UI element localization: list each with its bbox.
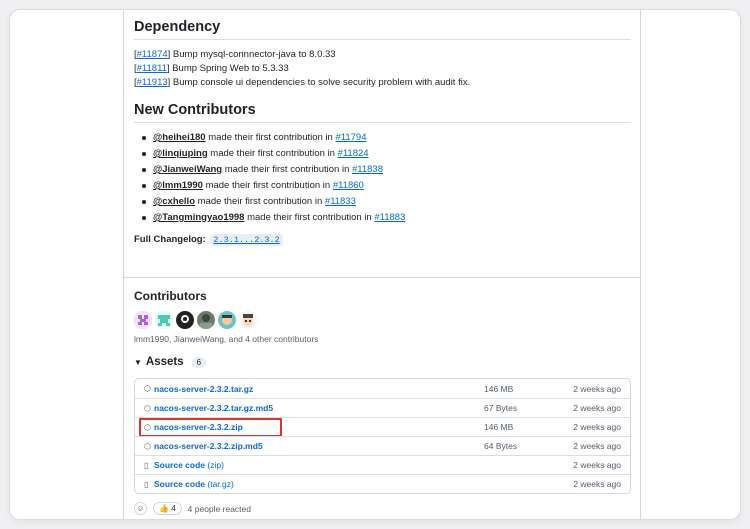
thumbs-up-reaction[interactable]: 👍 4	[153, 502, 182, 515]
asset-link[interactable]: Source code (zip)	[154, 460, 484, 470]
avatar[interactable]	[155, 311, 173, 329]
contributors-heading: Contributors	[134, 289, 207, 303]
avatar[interactable]	[134, 311, 152, 329]
asset-date: 2 weeks ago	[573, 441, 621, 451]
new-contributors-heading: New Contributors	[134, 102, 631, 123]
file-zip-icon: ▯	[144, 460, 149, 470]
window-frame: Dependency [#11874] Bump mysql-connnecto…	[10, 10, 740, 519]
asset-row[interactable]: ⬡ nacos-server-2.3.2.zip 146 MB 2 weeks …	[135, 417, 630, 437]
dependency-list: [#11874] Bump mysql-connnector-java to 8…	[134, 48, 631, 90]
pr-link[interactable]: #11824	[338, 148, 369, 159]
list-item: @linqiuping made their first contributio…	[134, 146, 631, 162]
list-item: @JianweiWang made their first contributi…	[134, 162, 631, 178]
asset-row[interactable]: ⬡ nacos-server-2.3.2.zip.md5 64 Bytes 2 …	[135, 436, 630, 455]
asset-row[interactable]: ⬡ nacos-server-2.3.2.tar.gz.md5 67 Bytes…	[135, 398, 630, 417]
asset-date: 2 weeks ago	[573, 383, 621, 394]
pr-link[interactable]: #11794	[335, 132, 366, 143]
asset-size: 67 Bytes	[484, 403, 518, 413]
dependency-text: Bump console ui dependencies to solve se…	[170, 77, 471, 88]
thumbs-up-icon: 👍	[159, 504, 169, 513]
made-text: made their first contribution in	[244, 212, 375, 223]
package-icon: ⬡	[144, 403, 151, 413]
asset-date: 2 weeks ago	[573, 479, 621, 489]
asset-link[interactable]: Source code (tar.gz)	[154, 479, 484, 489]
contributors-summary: lmm1990, JianweiWang, and 4 other contri…	[134, 334, 319, 344]
asset-name: Source code	[154, 460, 206, 470]
made-text: made their first contribution in	[222, 164, 352, 175]
full-changelog: Full Changelog: 2.3.1...2.3.2	[134, 234, 631, 246]
caret-down-icon: ▼	[134, 357, 142, 367]
package-icon: ⬡	[144, 441, 151, 451]
changelog-compare-link[interactable]: 2.3.1...2.3.2	[210, 234, 283, 246]
asset-name: Source code	[154, 479, 206, 489]
list-item: @lmm1990 made their first contribution i…	[134, 178, 631, 194]
dependency-text: Bump mysql-connnector-java to 8.0.33	[170, 49, 336, 60]
asset-date: 2 weeks ago	[573, 422, 621, 432]
assets-list: ⬡ nacos-server-2.3.2.tar.gz 146 MB 2 wee…	[134, 378, 631, 494]
avatar-stack	[134, 311, 631, 329]
asset-name: nacos-server-2.3.2.zip.md5	[154, 441, 263, 451]
pr-link[interactable]: #11913	[137, 77, 168, 88]
made-text: made their first contribution in	[205, 132, 336, 143]
user-link[interactable]: @Tangmingyao1998	[153, 212, 244, 223]
asset-row[interactable]: ⬡ nacos-server-2.3.2.tar.gz 146 MB 2 wee…	[135, 379, 630, 398]
release-card: Dependency [#11874] Bump mysql-connnecto…	[123, 10, 641, 519]
user-link[interactable]: @heihei180	[153, 132, 206, 143]
assets-count-badge: 6	[191, 356, 207, 368]
new-contributors-list: @heihei180 made their first contribution…	[134, 130, 631, 226]
made-text: made their first contribution in	[207, 148, 338, 159]
pr-link[interactable]: #11838	[352, 164, 383, 175]
list-item: @Tangmingyao1998 made their first contri…	[134, 210, 631, 226]
avatar[interactable]	[176, 311, 194, 329]
user-link[interactable]: @lmm1990	[153, 180, 203, 191]
asset-ext: (zip)	[205, 460, 224, 470]
release-body: Dependency [#11874] Bump mysql-connnecto…	[134, 10, 631, 246]
smiley-icon[interactable]: ☺	[134, 502, 147, 515]
pr-link[interactable]: #11883	[374, 212, 405, 223]
asset-link[interactable]: nacos-server-2.3.2.tar.gz	[154, 384, 484, 394]
made-text: made their first contribution in	[195, 196, 325, 207]
dependency-item: [#11874] Bump mysql-connnector-java to 8…	[134, 49, 336, 60]
section-divider	[124, 277, 640, 278]
assets-heading: Assets	[145, 356, 184, 368]
list-item: @heihei180 made their first contribution…	[134, 130, 631, 146]
pr-link[interactable]: #11860	[333, 180, 364, 191]
asset-date: 2 weeks ago	[573, 403, 621, 413]
avatar[interactable]	[197, 311, 215, 329]
asset-ext: (tar.gz)	[205, 479, 234, 489]
asset-row[interactable]: ▯ Source code (tar.gz) 2 weeks ago	[135, 474, 630, 493]
made-text: made their first contribution in	[202, 180, 333, 191]
asset-size: 146 MB	[484, 383, 514, 394]
asset-size: 146 MB	[484, 422, 514, 432]
reaction-count: 4	[171, 504, 176, 513]
asset-link[interactable]: nacos-server-2.3.2.zip.md5	[154, 441, 484, 451]
contributors-section: Contributors lmm1990, JianweiWang, and 4…	[134, 289, 631, 515]
pr-link[interactable]: #11874	[137, 49, 168, 60]
pr-link[interactable]: #11833	[325, 196, 356, 207]
asset-row[interactable]: ▯ Source code (zip) 2 weeks ago	[135, 455, 630, 474]
dependency-item: [#11913] Bump console ui dependencies to…	[134, 77, 471, 88]
pr-link[interactable]: #11811	[137, 63, 167, 74]
user-link[interactable]: @JianweiWang	[153, 164, 222, 175]
changelog-label: Full Changelog:	[134, 234, 206, 245]
user-link[interactable]: @cxhello	[153, 196, 195, 207]
reactions-bar: ☺ 👍 4 4 people reacted	[134, 502, 631, 515]
dependency-text: Bump Spring Web to 5.3.33	[169, 63, 289, 74]
avatar[interactable]	[218, 311, 236, 329]
user-link[interactable]: @linqiuping	[153, 148, 208, 159]
avatar[interactable]	[239, 311, 257, 329]
package-icon: ⬡	[144, 384, 151, 393]
asset-name: nacos-server-2.3.2.tar.gz	[154, 383, 254, 394]
highlight-box	[139, 418, 282, 437]
assets-toggle[interactable]: ▼ Assets 6	[134, 356, 631, 368]
asset-date: 2 weeks ago	[573, 460, 621, 470]
file-zip-icon: ▯	[144, 479, 149, 489]
asset-name: nacos-server-2.3.2.tar.gz.md5	[154, 403, 274, 413]
dependency-heading: Dependency	[134, 19, 631, 40]
list-item: @cxhello made their first contribution i…	[134, 194, 631, 210]
dependency-item: [#11811] Bump Spring Web to 5.3.33	[134, 63, 289, 74]
asset-size: 64 Bytes	[484, 441, 518, 451]
reactions-summary: 4 people reacted	[187, 503, 251, 514]
asset-link[interactable]: nacos-server-2.3.2.tar.gz.md5	[154, 403, 484, 413]
